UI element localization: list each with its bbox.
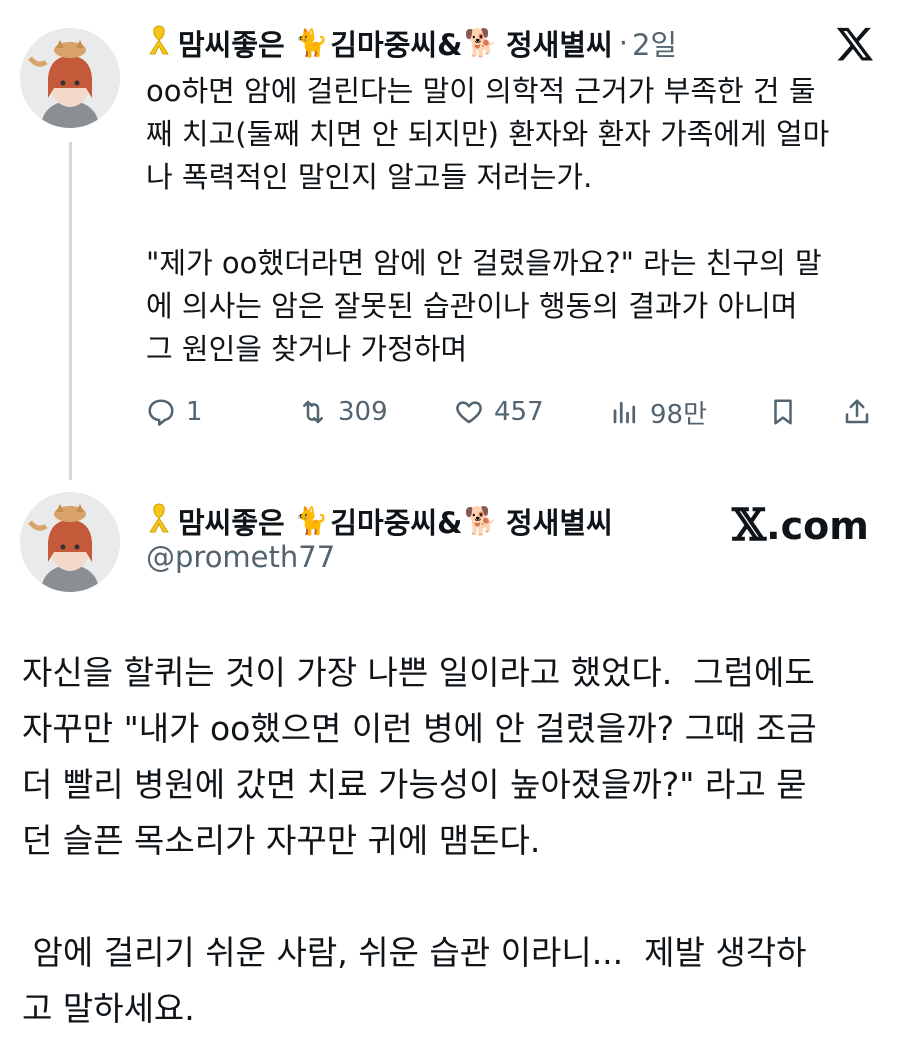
bookmark-button[interactable] (768, 392, 798, 432)
user-handle[interactable]: @prometh77 (146, 540, 335, 574)
bookmark-icon (774, 399, 792, 425)
yellow-ribbon-icon (146, 24, 172, 63)
display-name[interactable]: 맘씨좋은 🐈 김마중씨& 🐕 정새별씨 · 2일 (146, 22, 677, 64)
avatar-illustration (20, 28, 120, 128)
source-domain: .com (766, 503, 869, 548)
reply-icon (148, 399, 174, 426)
views-chart-icon (613, 401, 636, 424)
display-name-text-3: 정새별씨 (506, 506, 613, 540)
share-button[interactable] (842, 392, 872, 432)
like-button[interactable]: 457 (454, 392, 544, 432)
display-name[interactable]: 맘씨좋은 🐈 김마중씨& 🐕 정새별씨 (146, 500, 613, 542)
yellow-ribbon-icon (146, 502, 172, 541)
avatar-illustration (20, 492, 120, 592)
source-watermark: 𝕏 .com (732, 500, 869, 551)
heart-icon (456, 401, 482, 424)
display-name-text-2: 김마중씨& (330, 506, 463, 540)
like-count: 457 (494, 397, 544, 427)
tweet-timestamp[interactable]: 2일 (632, 22, 677, 64)
views-count: 98만 (650, 399, 708, 430)
dog-icon: 🐕 (464, 506, 498, 537)
display-name-text-3: 정새별씨 (506, 28, 613, 62)
avatar[interactable] (20, 28, 120, 128)
display-name-text-2: 김마중씨& (330, 28, 463, 62)
retweet-icon (303, 400, 323, 424)
cat-icon: 🐈 (294, 506, 329, 537)
dog-icon: 🐕 (464, 28, 498, 59)
display-name-text-1: 맘씨좋은 (178, 28, 285, 62)
display-name-text-1: 맘씨좋은 (178, 506, 285, 540)
reply-count: 1 (186, 397, 203, 427)
retweet-count: 309 (338, 397, 388, 427)
thread-line (69, 142, 72, 480)
retweet-button[interactable]: 309 (298, 392, 388, 432)
x-logo-icon: 𝕏 (732, 500, 767, 551)
tweet-body: 자신을 할퀴는 것이 가장 나쁜 일이라고 했었다. 그럼에도 자꾸만 "내가 … (22, 653, 817, 1028)
share-icon (845, 399, 869, 424)
tweet-actions: 1 309 457 98만 (146, 392, 880, 432)
tweet-body: oo하면 암에 걸린다는 말이 의학적 근거가 부족한 건 둘 째 치고(둘째 … (146, 74, 830, 366)
x-logo-icon[interactable] (834, 24, 876, 71)
avatar[interactable] (20, 492, 120, 592)
time-separator: · (618, 26, 628, 60)
cat-icon: 🐈 (294, 28, 329, 59)
views-button[interactable]: 98만 (610, 392, 707, 432)
reply-button[interactable]: 1 (146, 392, 203, 432)
